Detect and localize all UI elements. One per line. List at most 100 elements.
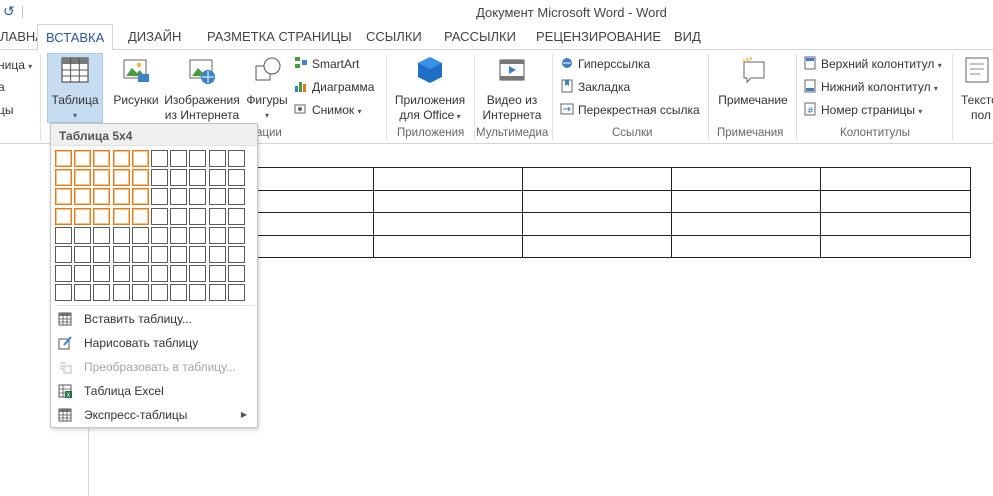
grid-cell[interactable] (151, 207, 168, 225)
tab-references[interactable]: ССЫЛКИ (358, 24, 430, 50)
cross-reference-button[interactable]: Перекрестная ссылка (560, 100, 700, 120)
grid-cell[interactable] (74, 226, 92, 244)
grid-cell[interactable] (112, 265, 130, 283)
table-cell[interactable] (820, 189, 971, 213)
grid-cell[interactable] (208, 150, 226, 167)
chart-button[interactable]: Диаграмма (294, 77, 374, 97)
grid-cell[interactable] (131, 226, 149, 244)
table-cell[interactable] (820, 234, 971, 258)
grid-cell[interactable] (170, 284, 188, 302)
grid-cell[interactable] (208, 246, 226, 263)
grid-cell[interactable] (189, 169, 207, 187)
grid-cell[interactable] (151, 246, 168, 263)
grid-cell[interactable] (189, 150, 207, 167)
table-cell[interactable] (671, 234, 821, 258)
table-cell[interactable] (522, 167, 672, 191)
grid-cell[interactable] (208, 207, 226, 225)
grid-cell[interactable] (74, 188, 92, 206)
grid-cell[interactable] (131, 150, 149, 167)
insert-table-item[interactable]: Вставить таблицу... (51, 307, 257, 331)
grid-cell[interactable] (74, 246, 92, 263)
grid-cell[interactable] (112, 150, 130, 167)
grid-cell[interactable] (227, 207, 245, 225)
grid-cell[interactable] (74, 150, 92, 167)
table-cell[interactable] (522, 212, 672, 236)
grid-cell[interactable] (131, 188, 149, 206)
quick-tables-item[interactable]: Экспресс-таблицы ▶ (51, 403, 257, 427)
grid-cell[interactable] (112, 246, 130, 263)
table-cell[interactable] (671, 189, 821, 213)
document-table[interactable] (224, 167, 971, 258)
partial-item-3[interactable]: цы (0, 100, 14, 120)
partial-item-1[interactable]: ница ▾ (0, 55, 32, 75)
grid-cell[interactable] (151, 169, 168, 187)
grid-cell[interactable] (170, 188, 188, 206)
grid-cell[interactable] (151, 150, 168, 167)
grid-cell[interactable] (208, 169, 226, 187)
grid-cell[interactable] (93, 226, 111, 244)
grid-cell[interactable] (170, 265, 188, 283)
grid-cell[interactable] (189, 188, 207, 206)
excel-table-item[interactable]: X Таблица Excel (51, 379, 257, 403)
table-cell[interactable] (522, 189, 672, 213)
grid-cell[interactable] (131, 169, 149, 187)
grid-cell[interactable] (55, 150, 72, 167)
grid-cell[interactable] (112, 226, 130, 244)
draw-table-item[interactable]: Нарисовать таблицу (51, 331, 257, 355)
tab-view[interactable]: ВИД (666, 24, 709, 50)
grid-cell[interactable] (208, 226, 226, 244)
grid-cell[interactable] (74, 284, 92, 302)
partial-item-2[interactable]: а (0, 77, 5, 97)
table-cell[interactable] (671, 167, 821, 191)
grid-cell[interactable] (227, 265, 245, 283)
bookmark-button[interactable]: Закладка (560, 77, 630, 97)
grid-cell[interactable] (55, 188, 72, 206)
table-cell[interactable] (373, 189, 523, 213)
grid-cell[interactable] (208, 265, 226, 283)
grid-cell[interactable] (227, 284, 245, 302)
smartart-button[interactable]: SmartArt (294, 54, 359, 74)
tab-page-layout[interactable]: РАЗМЕТКА СТРАНИЦЫ (199, 24, 360, 50)
tab-review[interactable]: РЕЦЕНЗИРОВАНИЕ (528, 24, 669, 50)
grid-cell[interactable] (93, 150, 111, 167)
grid-cell[interactable] (112, 169, 130, 187)
grid-cell[interactable] (93, 207, 111, 225)
grid-cell[interactable] (93, 188, 111, 206)
online-images-button[interactable]: Изображения из Интернета (163, 54, 241, 123)
grid-cell[interactable] (55, 265, 72, 283)
grid-cell[interactable] (55, 284, 72, 302)
grid-cell[interactable] (227, 246, 245, 263)
grid-cell[interactable] (189, 207, 207, 225)
online-video-button[interactable]: Видео из Интернета (480, 54, 544, 123)
grid-cell[interactable] (74, 265, 92, 283)
grid-cell[interactable] (151, 226, 168, 244)
header-button[interactable]: Верхний колонтитул ▾ (803, 54, 942, 74)
grid-cell[interactable] (170, 150, 188, 167)
tab-design[interactable]: ДИЗАЙН (120, 24, 189, 50)
grid-cell[interactable] (131, 207, 149, 225)
tab-insert[interactable]: ВСТАВКА (37, 24, 114, 51)
table-cell[interactable] (820, 212, 971, 236)
table-button-content[interactable]: Таблица ▾ (47, 54, 103, 123)
screenshot-button[interactable]: Снимок ▾ (294, 100, 362, 120)
tab-mailings[interactable]: РАССЫЛКИ (436, 24, 524, 50)
grid-cell[interactable] (227, 150, 245, 167)
grid-cell[interactable] (74, 169, 92, 187)
grid-cell[interactable] (227, 226, 245, 244)
table-cell[interactable] (522, 234, 672, 258)
grid-cell[interactable] (131, 246, 149, 263)
apps-for-office-button[interactable]: Приложения для Office ▾ (390, 54, 470, 124)
grid-cell[interactable] (189, 284, 207, 302)
grid-cell[interactable] (55, 169, 72, 187)
grid-cell[interactable] (131, 265, 149, 283)
grid-cell[interactable] (170, 246, 188, 263)
text-box-button[interactable]: Тексто пол (956, 54, 993, 123)
grid-cell[interactable] (189, 246, 207, 263)
grid-cell[interactable] (227, 188, 245, 206)
footer-button[interactable]: Нижний колонтитул ▾ (803, 77, 938, 97)
grid-cell[interactable] (170, 207, 188, 225)
table-cell[interactable] (820, 167, 971, 191)
table-cell[interactable] (373, 212, 523, 236)
table-cell[interactable] (671, 212, 821, 236)
grid-cell[interactable] (55, 207, 72, 225)
